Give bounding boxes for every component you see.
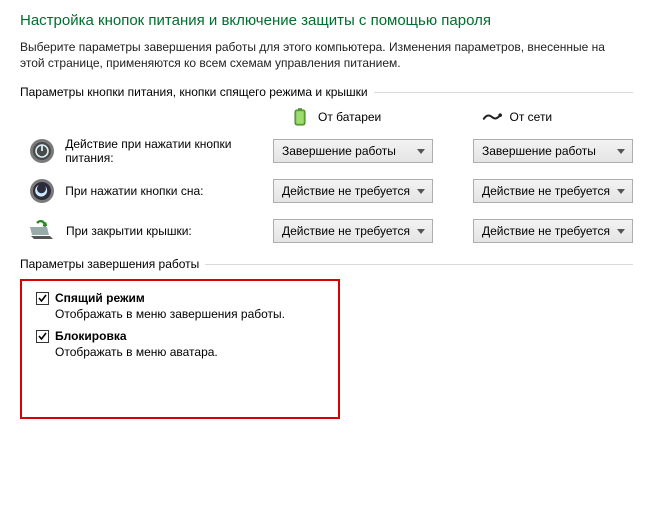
select-value: Действие не требуется — [482, 224, 610, 238]
battery-icon — [290, 107, 310, 127]
row-sleep-button: При нажатии кнопки сна: Действие не треб… — [20, 177, 633, 205]
select-value: Завершение работы — [482, 144, 596, 158]
divider — [205, 264, 633, 265]
shutdown-options-highlight: Спящий режим Отображать в меню завершени… — [20, 279, 340, 419]
select-sleep-plugged[interactable]: Действие не требуется — [473, 179, 633, 203]
column-battery: От батареи — [290, 107, 442, 127]
select-lid-plugged[interactable]: Действие не требуется — [473, 219, 633, 243]
row-power-button: Действие при нажатии кнопки питания: Зав… — [20, 137, 633, 165]
page-title: Настройка кнопок питания и включение защ… — [20, 12, 633, 29]
row-lid-close: При закрытии крышки: Действие не требует… — [20, 217, 633, 245]
columns-header: От батареи От сети — [20, 107, 633, 127]
lid-close-icon — [28, 217, 56, 245]
page-description: Выберите параметры завершения работы для… — [20, 39, 610, 71]
sleep-button-icon — [28, 177, 55, 205]
option-lock-desc: Отображать в меню аватара. — [55, 345, 324, 359]
chevron-down-icon — [616, 186, 626, 196]
row-lid-close-label: При закрытии крышки: — [66, 224, 273, 238]
row-power-button-label: Действие при нажатии кнопки питания: — [65, 137, 273, 165]
column-plugged: От сети — [482, 107, 634, 127]
option-lock: Блокировка Отображать в меню аватара. — [36, 329, 324, 359]
chevron-down-icon — [616, 146, 626, 156]
select-power-battery[interactable]: Завершение работы — [273, 139, 433, 163]
group-shutdown: Параметры завершения работы — [20, 257, 633, 271]
select-value: Действие не требуется — [482, 184, 610, 198]
group-power-buttons: Параметры кнопки питания, кнопки спящего… — [20, 85, 633, 99]
option-sleep-title: Спящий режим — [55, 291, 145, 305]
column-plugged-label: От сети — [510, 110, 553, 124]
checkbox-lock[interactable] — [36, 330, 49, 343]
checkbox-sleep[interactable] — [36, 292, 49, 305]
power-button-icon — [28, 137, 55, 165]
select-value: Действие не требуется — [282, 184, 410, 198]
select-lid-battery[interactable]: Действие не требуется — [273, 219, 433, 243]
group-power-buttons-label: Параметры кнопки питания, кнопки спящего… — [20, 85, 368, 99]
select-power-plugged[interactable]: Завершение работы — [473, 139, 633, 163]
chevron-down-icon — [416, 146, 426, 156]
option-sleep: Спящий режим Отображать в меню завершени… — [36, 291, 324, 321]
option-lock-title: Блокировка — [55, 329, 127, 343]
option-sleep-desc: Отображать в меню завершения работы. — [55, 307, 324, 321]
select-value: Действие не требуется — [282, 224, 410, 238]
chevron-down-icon — [416, 226, 426, 236]
group-shutdown-label: Параметры завершения работы — [20, 257, 199, 271]
divider — [374, 92, 633, 93]
chevron-down-icon — [416, 186, 426, 196]
select-value: Завершение работы — [282, 144, 396, 158]
chevron-down-icon — [616, 226, 626, 236]
select-sleep-battery[interactable]: Действие не требуется — [273, 179, 433, 203]
column-battery-label: От батареи — [318, 110, 381, 124]
row-sleep-button-label: При нажатии кнопки сна: — [65, 184, 273, 198]
plug-icon — [482, 107, 502, 127]
